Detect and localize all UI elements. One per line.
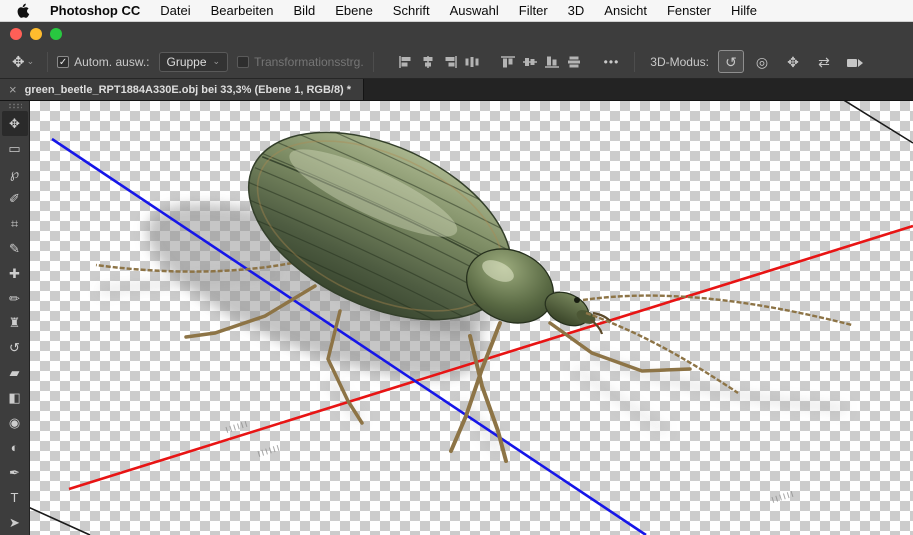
menu-filter[interactable]: Filter bbox=[519, 3, 548, 18]
divider bbox=[634, 52, 635, 72]
dropdown-value: Gruppe bbox=[167, 55, 207, 69]
ground-plane-edge-top-right bbox=[842, 101, 913, 143]
brush-tool-button[interactable]: ✏ bbox=[2, 286, 28, 311]
move-tool-button[interactable]: ✥ bbox=[2, 111, 28, 136]
3d-mode-label: 3D-Modus: bbox=[650, 55, 709, 69]
pen-tool-button[interactable]: ✒ bbox=[2, 460, 28, 485]
beetle-right-antenna bbox=[583, 296, 852, 325]
gradient-tool-button[interactable]: ◧ bbox=[2, 385, 28, 410]
align-left-edges-button[interactable] bbox=[397, 54, 415, 70]
photoshop-window: Photoshop CC Datei Bearbeiten Bild Ebene… bbox=[0, 0, 913, 535]
checkbox-checked-icon: ✓ bbox=[57, 56, 69, 68]
rectangular-marquee-tool-button[interactable]: ▭ bbox=[2, 136, 28, 161]
checkbox-unchecked-icon bbox=[237, 56, 249, 68]
auto-select-label: Autom. ausw.: bbox=[74, 55, 149, 69]
tools-panel: ✥ ▭ ℘ ✐ ⌗ ✎ ✚ ✏ ♜ ↺ ▰ ◧ ◉ ◐ ✒ T ➤ bbox=[0, 101, 30, 535]
pan-3d-camera-button[interactable]: ✥ bbox=[780, 50, 806, 73]
align-horizontal-centers-button[interactable] bbox=[419, 54, 437, 70]
distribute-vertical-button[interactable] bbox=[565, 54, 583, 70]
menu-bearbeiten[interactable]: Bearbeiten bbox=[211, 3, 274, 18]
minimize-window-button[interactable] bbox=[30, 28, 42, 40]
menu-photoshop-cc[interactable]: Photoshop CC bbox=[50, 3, 140, 18]
menu-3d[interactable]: 3D bbox=[568, 3, 585, 18]
menu-ebene[interactable]: Ebene bbox=[335, 3, 373, 18]
menu-fenster[interactable]: Fenster bbox=[667, 3, 711, 18]
orbit-3d-camera-button[interactable]: ↺ bbox=[718, 50, 744, 73]
distribute-horizontal-button[interactable] bbox=[463, 54, 481, 70]
dodge-tool-button[interactable]: ◐ bbox=[2, 435, 28, 460]
eyedropper-tool-button[interactable]: ✎ bbox=[2, 236, 28, 261]
close-window-button[interactable] bbox=[10, 28, 22, 40]
eraser-tool-button[interactable]: ▰ bbox=[2, 360, 28, 385]
auto-select-target-dropdown[interactable]: Gruppe ⌄ bbox=[159, 52, 229, 72]
divider bbox=[373, 52, 374, 72]
type-tool-button[interactable]: T bbox=[2, 485, 28, 510]
active-tool-preset-button[interactable]: ✥ ⌄ bbox=[8, 51, 38, 73]
align-right-edges-button[interactable] bbox=[441, 54, 459, 70]
path-selection-tool-button[interactable]: ➤ bbox=[2, 510, 28, 535]
slide-3d-camera-button[interactable]: ⇄ bbox=[811, 50, 837, 73]
divider bbox=[47, 52, 48, 72]
menu-datei[interactable]: Datei bbox=[160, 3, 190, 18]
align-top-edges-button[interactable] bbox=[499, 54, 517, 70]
transform-controls-label: Transformationsstrg. bbox=[254, 55, 364, 69]
ground-plane-ticks bbox=[772, 491, 793, 503]
zoom-window-button[interactable] bbox=[50, 28, 62, 40]
toolbar-grip[interactable] bbox=[8, 103, 22, 109]
quick-selection-tool-button[interactable]: ✐ bbox=[2, 186, 28, 211]
apple-logo-icon[interactable] bbox=[16, 3, 30, 18]
beetle-eye bbox=[574, 297, 580, 303]
blur-tool-button[interactable]: ◉ bbox=[2, 410, 28, 435]
ground-plane-ticks bbox=[226, 421, 247, 433]
menu-bild[interactable]: Bild bbox=[294, 3, 316, 18]
3d-mode-buttons: ↺ ◎ ✥ ⇄ bbox=[718, 50, 868, 73]
auto-select-checkbox[interactable]: ✓ Autom. ausw.: bbox=[57, 55, 149, 69]
document-tab[interactable]: × green_beetle_RPT1884A330E.obj bei 33,3… bbox=[0, 79, 364, 100]
more-align-options-button[interactable]: ••• bbox=[598, 53, 626, 71]
move-tool-icon: ✥ bbox=[12, 53, 25, 71]
ground-plane-edge-bottom-left bbox=[30, 507, 90, 535]
menu-auswahl[interactable]: Auswahl bbox=[450, 3, 499, 18]
transform-controls-checkbox[interactable]: Transformationsstrg. bbox=[237, 55, 364, 69]
menu-hilfe[interactable]: Hilfe bbox=[731, 3, 757, 18]
macos-menu-bar: Photoshop CC Datei Bearbeiten Bild Ebene… bbox=[0, 0, 913, 22]
window-title-bar bbox=[0, 22, 913, 45]
document-tab-title: green_beetle_RPT1884A330E.obj bei 33,3% … bbox=[25, 84, 351, 96]
zoom-3d-camera-button[interactable] bbox=[842, 50, 868, 73]
spot-healing-brush-tool-button[interactable]: ✚ bbox=[2, 261, 28, 286]
document-tab-bar: × green_beetle_RPT1884A330E.obj bei 33,3… bbox=[0, 79, 913, 101]
document-canvas[interactable] bbox=[30, 101, 913, 535]
chevron-down-icon: ⌄ bbox=[27, 57, 35, 66]
ground-plane-ticks bbox=[258, 445, 279, 457]
chevron-down-icon: ⌄ bbox=[213, 57, 221, 66]
beetle-leg bbox=[550, 323, 690, 371]
alignment-buttons bbox=[397, 54, 583, 70]
menu-ansicht[interactable]: Ansicht bbox=[604, 3, 647, 18]
close-tab-icon[interactable]: × bbox=[9, 82, 17, 97]
clone-stamp-tool-button[interactable]: ♜ bbox=[2, 310, 28, 335]
menu-schrift[interactable]: Schrift bbox=[393, 3, 430, 18]
crop-tool-button[interactable]: ⌗ bbox=[2, 211, 28, 236]
options-bar: ✥ ⌄ ✓ Autom. ausw.: Gruppe ⌄ Transformat… bbox=[0, 45, 913, 79]
align-vertical-centers-button[interactable] bbox=[521, 54, 539, 70]
roll-3d-camera-button[interactable]: ◎ bbox=[749, 50, 775, 73]
history-brush-tool-button[interactable]: ↺ bbox=[2, 335, 28, 360]
lasso-tool-button[interactable]: ℘ bbox=[2, 161, 28, 186]
canvas-3d-overlay bbox=[30, 101, 913, 535]
align-bottom-edges-button[interactable] bbox=[543, 54, 561, 70]
